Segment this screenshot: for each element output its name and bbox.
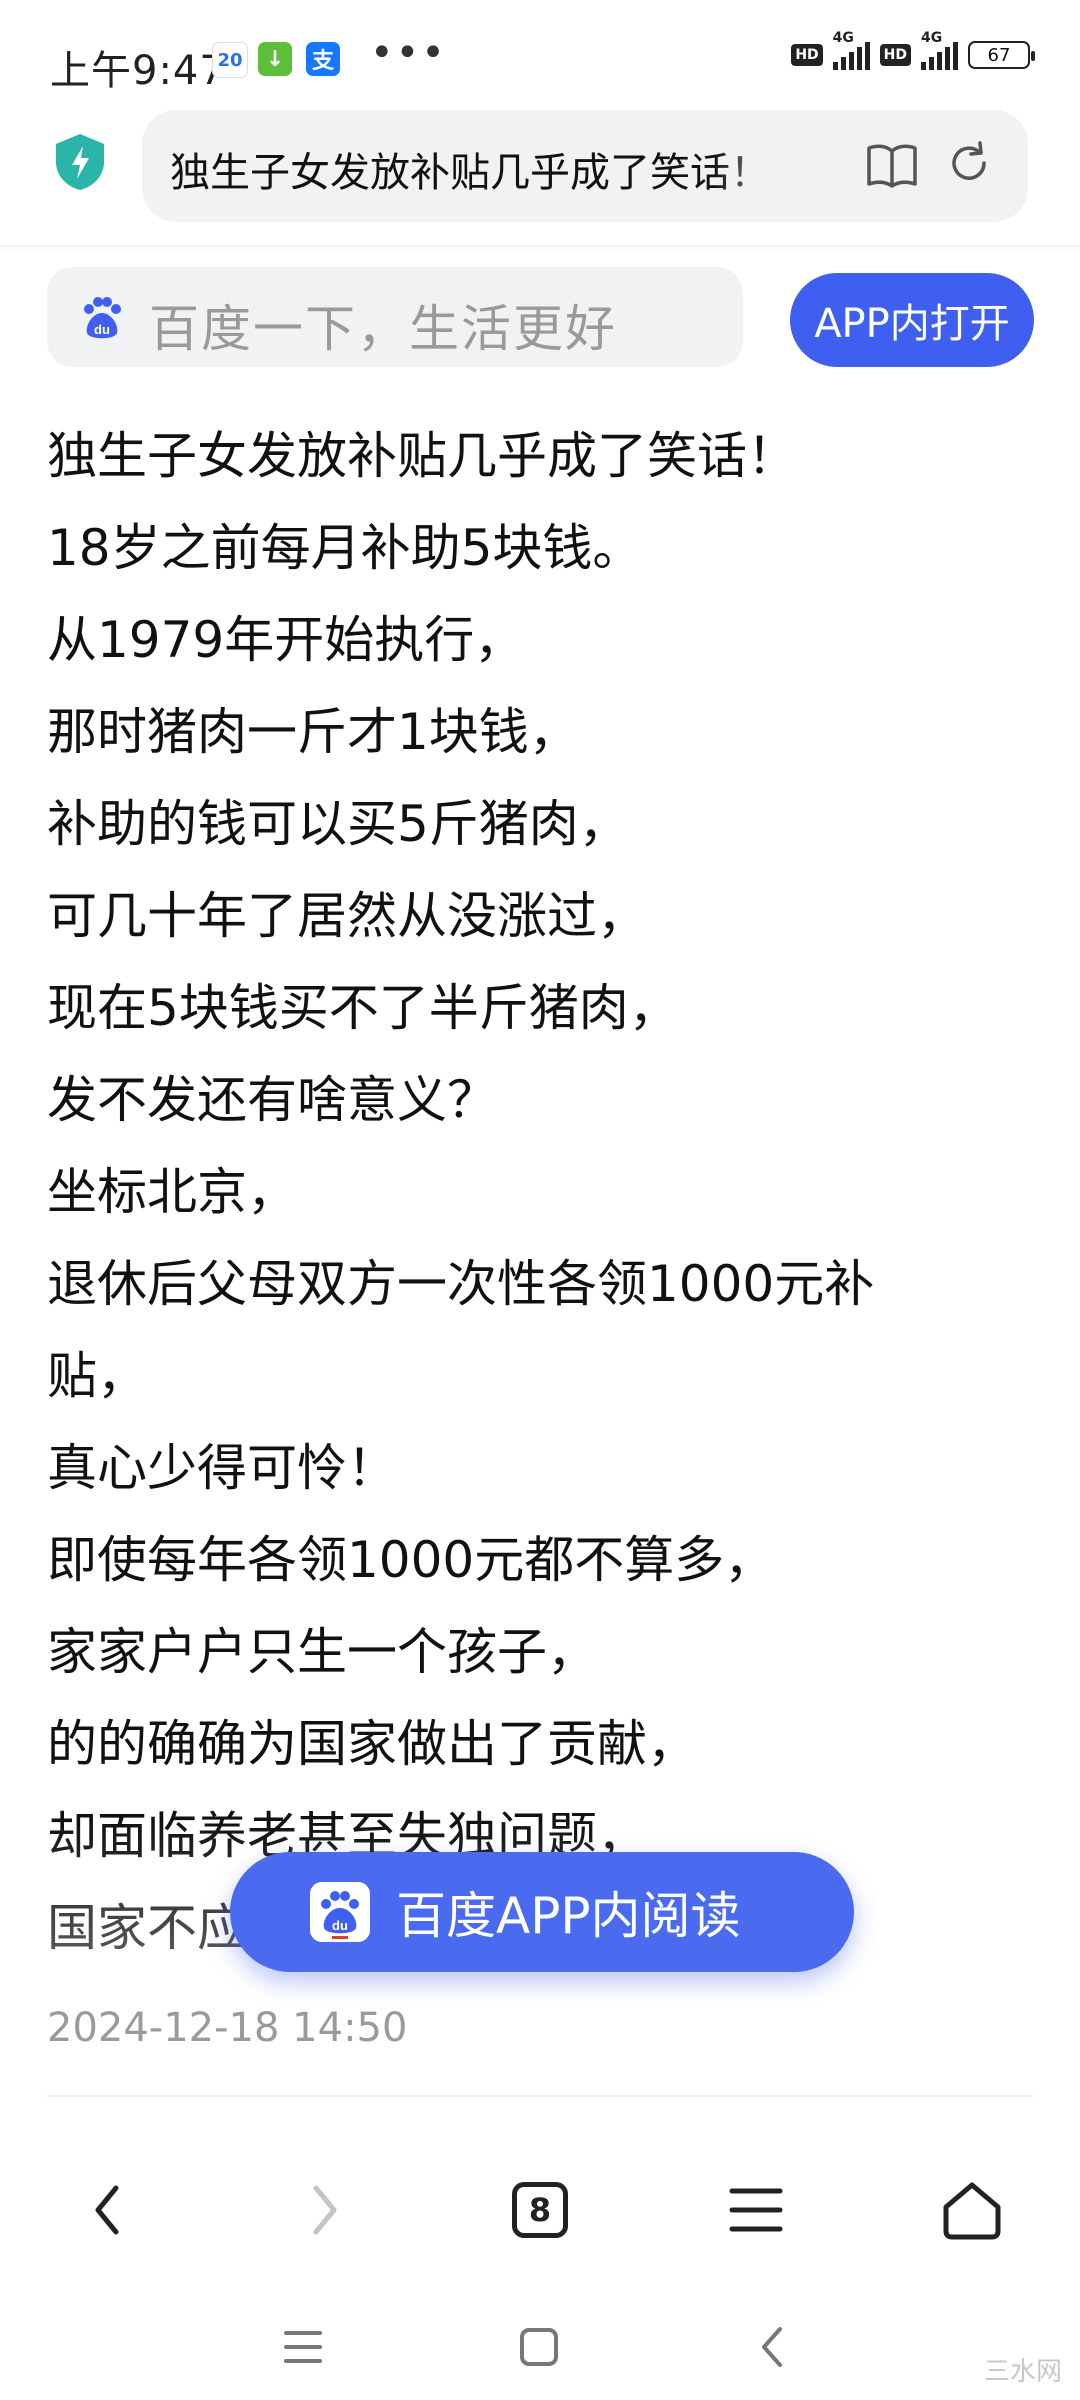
tab-count: 8 <box>512 2182 568 2238</box>
signal-icon: 4G <box>832 30 870 70</box>
battery-icon: 67 <box>968 41 1035 69</box>
forward-button[interactable] <box>284 2170 364 2250</box>
address-bar: 独生子女发放补贴几乎成了笑话！ <box>0 110 1080 246</box>
publish-date: 2024-12-18 14:50 <box>47 2005 408 2051</box>
home-icon <box>943 2182 1001 2240</box>
security-shield-icon[interactable] <box>52 132 108 192</box>
article-line: 现在5块钱买不了半斤猪肉， <box>47 979 679 1037</box>
article-line: 独生子女发放补贴几乎成了笑话！ <box>47 427 797 485</box>
home-button[interactable] <box>932 2170 1012 2250</box>
system-navigation-bar: 三水网 <box>0 2290 1080 2400</box>
article-line: 可几十年了居然从没涨过， <box>47 887 647 945</box>
alipay-icon: 支 <box>306 42 340 76</box>
article-line: 那时猪肉一斤才1块钱， <box>47 703 579 761</box>
status-indicators: HD 4G HD 4G 67 <box>791 30 1035 70</box>
article-line: 家家户户只生一个孩子， <box>47 1623 597 1681</box>
recent-apps-button[interactable] <box>268 2312 338 2382</box>
system-back-button[interactable] <box>738 2312 808 2382</box>
chevron-left-icon <box>762 2327 782 2367</box>
article-line: 真心少得可怜！ <box>47 1439 397 1497</box>
article-line: 补助的钱可以买5斤猪肉， <box>47 795 629 853</box>
article-line: 退休后父母双方一次性各领1000元补 <box>47 1255 875 1313</box>
article-line: 贴， <box>47 1347 147 1405</box>
square-icon <box>520 2328 558 2366</box>
article-line: 的的确确为国家做出了贡献， <box>47 1715 697 1773</box>
open-in-app-button[interactable]: APP内打开 <box>790 273 1034 367</box>
url-field[interactable]: 独生子女发放补贴几乎成了笑话！ <box>142 110 1028 222</box>
calendar-icon: 20 <box>212 42 248 78</box>
baidu-app-icon: du <box>310 1882 370 1942</box>
reload-icon[interactable] <box>946 140 992 186</box>
page-title[interactable]: 独生子女发放补贴几乎成了笑话！ <box>170 140 810 198</box>
menu-icon <box>729 2188 783 2232</box>
status-time: 上午9:47 <box>50 48 226 94</box>
search-input[interactable]: du 百度一下，生活更好 <box>47 267 743 367</box>
status-bar: 上午9:47 20 ↓ 支 ••• HD 4G HD 4G 67 <box>0 0 1080 110</box>
hd-badge: HD <box>791 44 823 66</box>
search-placeholder: 百度一下，生活更好 <box>149 300 617 358</box>
browser-toolbar: 8 <box>0 2140 1080 2280</box>
article-line: 即使每年各领1000元都不算多， <box>47 1531 775 1589</box>
baidu-search-row: du 百度一下，生活更好 APP内打开 <box>0 265 1080 375</box>
baidu-paw-icon: du <box>84 297 121 339</box>
article-line: 从1979年开始执行， <box>47 611 525 669</box>
read-in-app-label: 百度APP内阅读 <box>396 1887 741 1945</box>
system-home-button[interactable] <box>504 2312 574 2382</box>
svg-text:du: du <box>94 322 110 337</box>
svg-text:du: du <box>332 1918 348 1933</box>
divider <box>47 2095 1033 2097</box>
tabs-button[interactable]: 8 <box>500 2170 580 2250</box>
article-body: 独生子女发放补贴几乎成了笑话！ 18岁之前每月补助5块钱。 从1979年开始执行， 那… <box>47 410 1037 1974</box>
reader-mode-icon[interactable] <box>866 142 918 188</box>
download-icon: ↓ <box>258 42 292 76</box>
more-notifications-icon: ••• <box>370 30 447 76</box>
watermark-logo: 三水网 <box>983 2357 1062 2387</box>
menu-button[interactable] <box>716 2170 796 2250</box>
chevron-left-icon <box>95 2185 119 2235</box>
article-line: 坐标北京， <box>47 1163 297 1221</box>
article-line: 18岁之前每月补助5块钱。 <box>47 519 643 577</box>
chevron-right-icon <box>313 2185 337 2235</box>
back-button[interactable] <box>68 2170 148 2250</box>
menu-icon <box>284 2331 322 2363</box>
article-line: 发不发还有啥意义？ <box>47 1071 497 1129</box>
read-in-app-button[interactable]: du 百度APP内阅读 <box>230 1852 854 1972</box>
signal-icon: 4G <box>921 30 958 70</box>
hd-badge: HD <box>879 44 911 66</box>
